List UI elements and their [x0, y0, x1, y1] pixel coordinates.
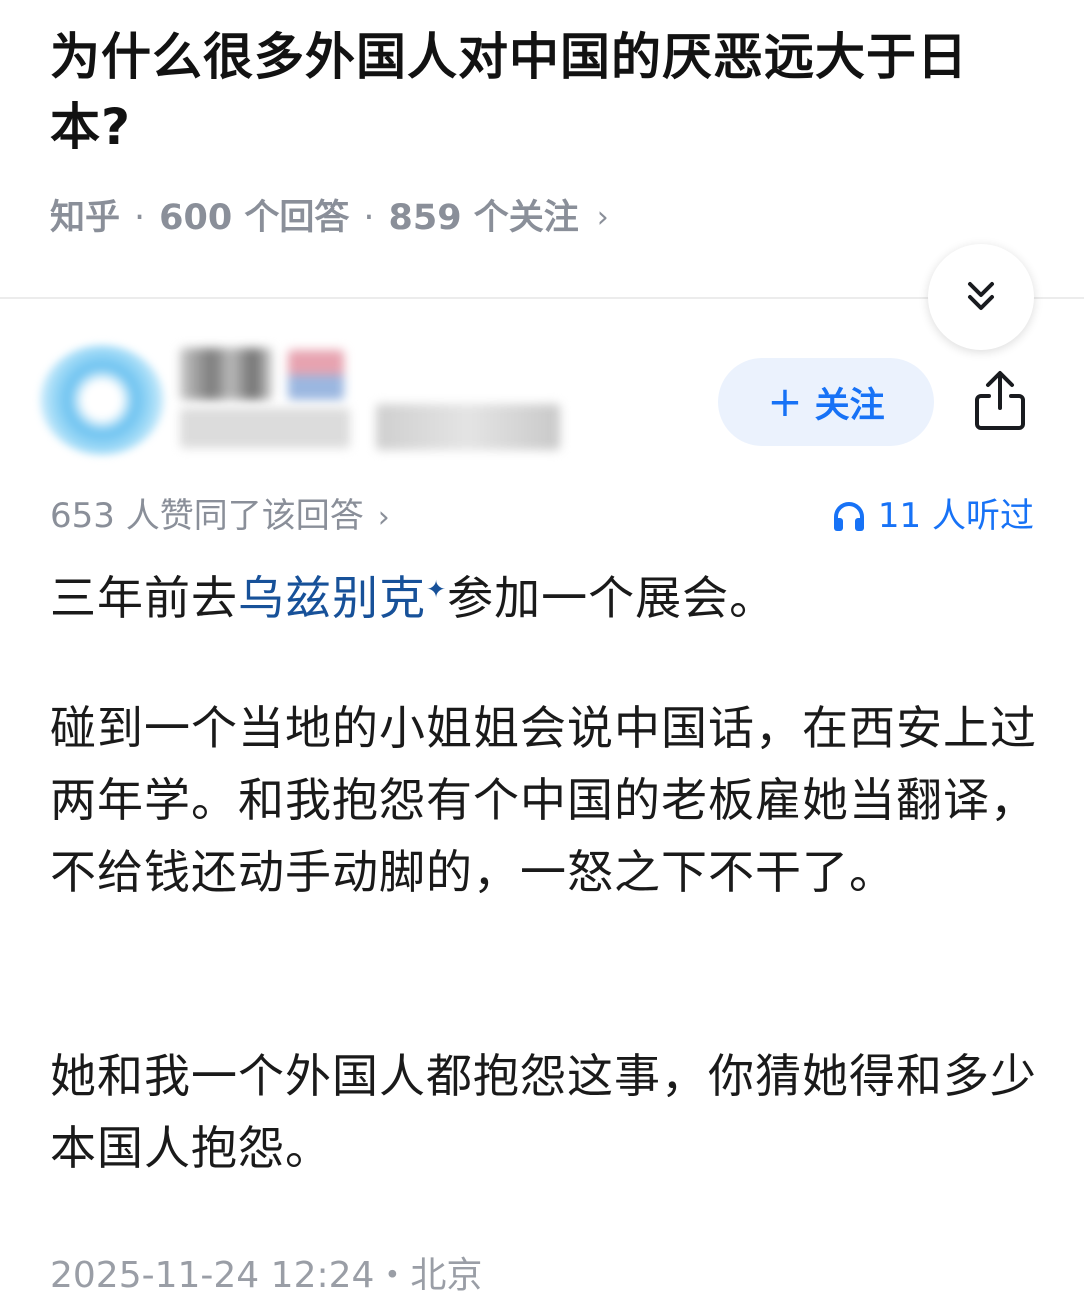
question-meta[interactable]: 知乎 · 600 个回答 · 859 个关注 › — [50, 196, 609, 240]
follower-count: 859 个关注 — [388, 198, 579, 238]
source-label: 知乎 — [50, 198, 121, 238]
double-chevron-down-icon — [968, 282, 994, 310]
answer-paragraph: 她和我一个外国人都抱怨这事，你猜她得和多少本国人抱怨。 — [50, 1049, 1037, 1175]
headphones-icon — [833, 502, 864, 531]
listen-count[interactable]: 11 人听过 — [832, 494, 1034, 538]
follow-button[interactable]: + 关注 — [718, 358, 934, 446]
avatar[interactable] — [40, 345, 164, 455]
follow-label: 关注 — [814, 385, 885, 426]
answer-paragraph: 碰到一个当地的小姐姐会说中国话，在西安上过两年学。和我抱怨有个中国的老板雇她当翻… — [50, 701, 1037, 899]
share-icon — [975, 371, 1025, 430]
upvote-text: 653 人赞同了该回答 — [50, 496, 364, 536]
author-bio — [180, 408, 350, 448]
meta-separator: · — [134, 198, 146, 238]
paragraph-text: 参加一个展会。 — [447, 571, 777, 625]
plus-icon: + — [767, 377, 803, 426]
question-title[interactable]: 为什么很多外国人对中国的厌恶远大于日本? — [50, 22, 1040, 162]
answer-page: 为什么很多外国人对中国的厌恶远大于日本? 知乎 · 600 个回答 · 859 … — [0, 0, 1084, 1315]
author-bio-extra — [376, 404, 560, 450]
share-button[interactable] — [968, 368, 1032, 434]
meta-separator: · — [363, 198, 375, 238]
sparkle-icon: ✦ — [426, 575, 448, 604]
topic-link[interactable]: 乌兹别克 — [238, 571, 426, 625]
answer-paragraph: 三年前去乌兹别克✦参加一个展会。 — [50, 562, 1040, 634]
collapse-button[interactable] — [928, 244, 1034, 350]
author-badge — [288, 350, 344, 400]
chevron-right-icon: › — [377, 500, 390, 535]
post-timestamp: 2025-11-24 12:24・北京 — [50, 1255, 483, 1296]
chevron-right-icon: › — [596, 200, 609, 235]
upvote-count[interactable]: 653 人赞同了该回答 › — [50, 494, 390, 540]
listen-text: 11 人听过 — [877, 496, 1034, 536]
divider — [0, 297, 1084, 299]
paragraph-text: 三年前去 — [50, 571, 238, 625]
author-name[interactable] — [180, 348, 272, 400]
answer-count: 600 个回答 — [159, 198, 350, 238]
